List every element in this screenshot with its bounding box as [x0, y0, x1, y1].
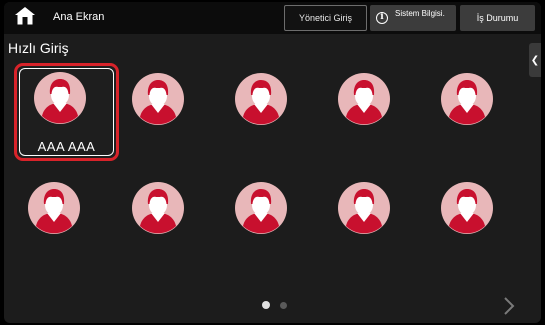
page-dot-active[interactable] — [262, 301, 270, 309]
chevron-right-icon — [500, 297, 518, 321]
page-title: Hızlı Giriş — [8, 40, 69, 56]
next-page-button[interactable] — [500, 295, 518, 317]
user-name: AAA AAA — [37, 139, 96, 154]
user-tile[interactable] — [223, 68, 313, 158]
user-avatar-icon — [338, 73, 390, 125]
user-tile[interactable] — [120, 68, 210, 158]
home-button[interactable] — [12, 6, 38, 31]
user-avatar-icon — [338, 182, 390, 234]
chevron-left-icon: ❮ — [530, 54, 540, 66]
info-icon: i — [376, 12, 388, 24]
user-tile[interactable] — [326, 68, 416, 158]
user-tile[interactable] — [120, 177, 210, 267]
user-avatar-icon — [34, 72, 86, 124]
user-avatar-icon — [441, 182, 493, 234]
job-status-button[interactable]: İş Durumu — [460, 5, 535, 31]
user-avatar-icon — [28, 182, 80, 234]
user-tile[interactable] — [326, 177, 416, 267]
user-avatar-icon — [132, 182, 184, 234]
page-dot[interactable] — [280, 301, 287, 309]
side-panel-toggle[interactable]: ❮ — [529, 43, 541, 77]
system-info-label: Sistem Bilgisi. — [395, 9, 445, 18]
user-tile[interactable] — [16, 177, 106, 267]
home-icon — [14, 6, 36, 31]
system-info-button[interactable]: i Sistem Bilgisi. — [370, 5, 456, 31]
home-label[interactable]: Ana Ekran — [53, 11, 104, 23]
admin-login-button[interactable]: Yönetici Giriş — [284, 5, 367, 31]
user-avatar-icon — [235, 182, 287, 234]
user-avatar-icon — [441, 73, 493, 125]
user-avatar-icon — [132, 73, 184, 125]
page-indicator — [262, 301, 287, 309]
user-tile[interactable] — [223, 177, 313, 267]
user-tile-selected[interactable]: AAA AAA — [14, 63, 119, 161]
screen: Ana Ekran Yönetici Giriş i Sistem Bilgis… — [4, 2, 541, 323]
top-bar: Ana Ekran Yönetici Giriş i Sistem Bilgis… — [4, 2, 541, 34]
user-tile[interactable] — [429, 68, 519, 158]
user-tile[interactable] — [429, 177, 519, 267]
user-avatar-icon — [235, 73, 287, 125]
